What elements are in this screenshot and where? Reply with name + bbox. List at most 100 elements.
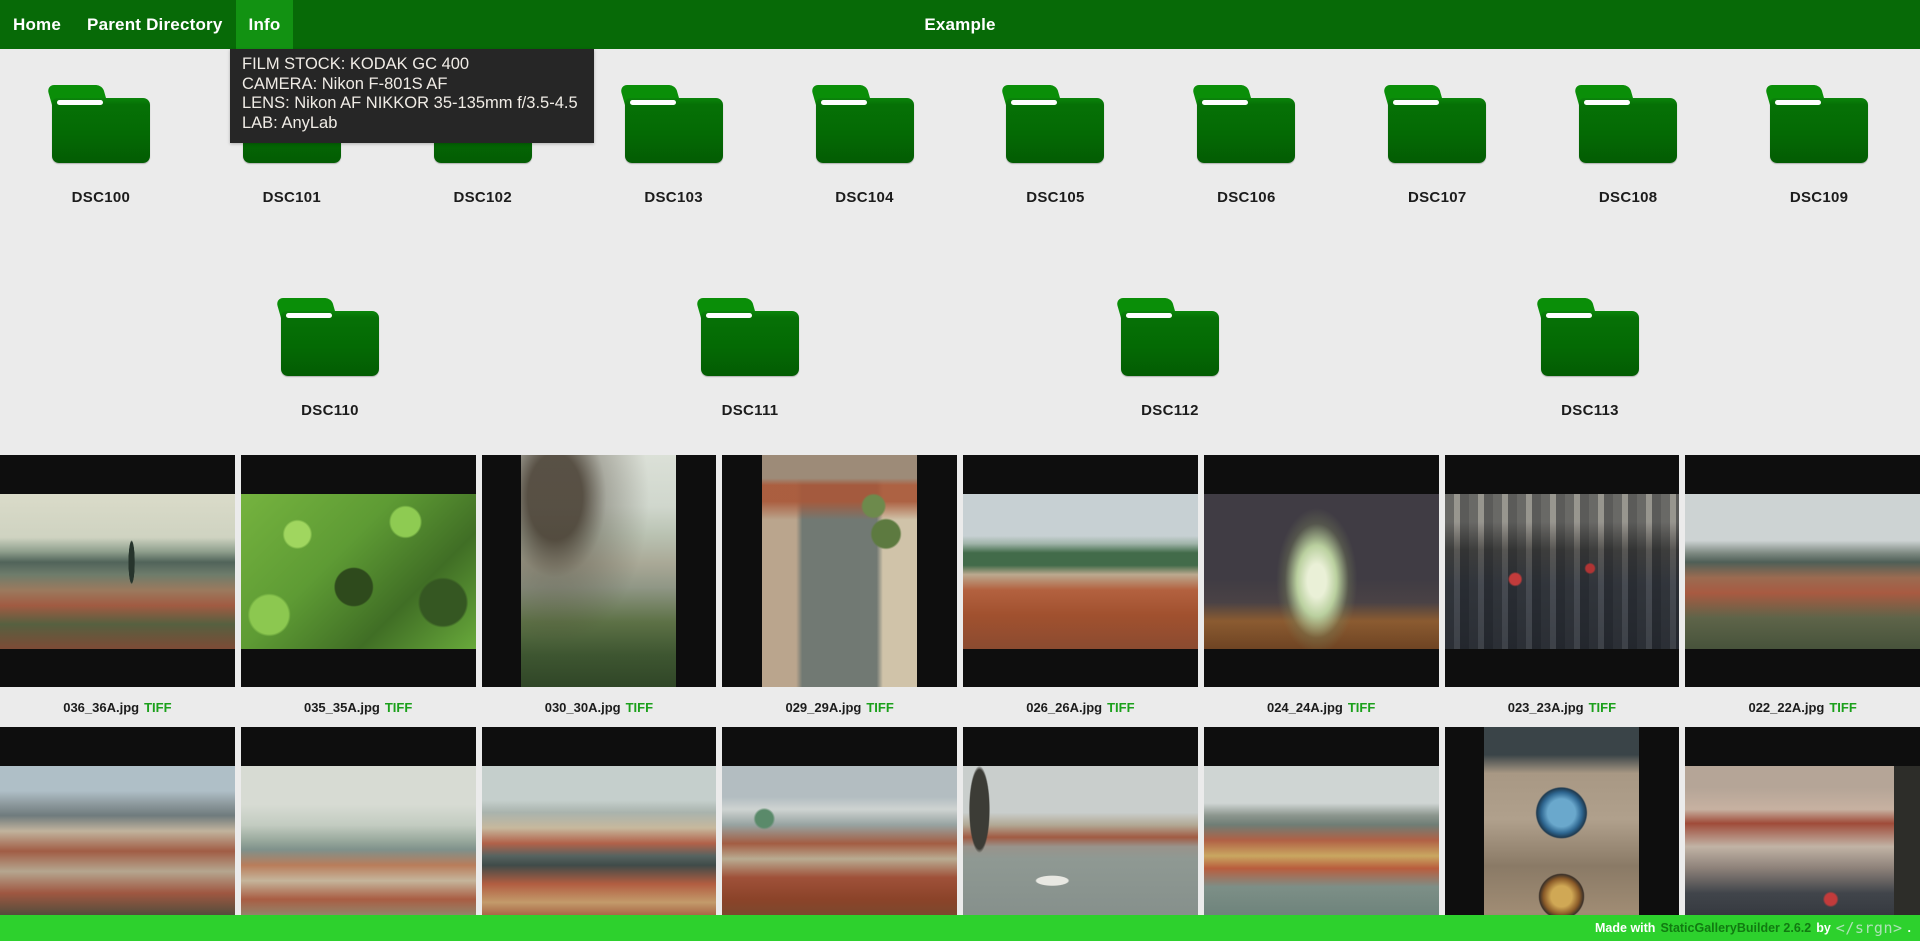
gallery-item[interactable] xyxy=(722,727,957,941)
folder-icon xyxy=(281,298,379,376)
footer-srgn-logo[interactable]: </srgn> xyxy=(1836,919,1903,937)
folder-body xyxy=(281,311,379,376)
gallery-item[interactable]: 023_23A.jpg TIFF xyxy=(1445,455,1680,727)
folder-item[interactable]: DSC110 xyxy=(240,298,420,419)
footer: Made with StaticGalleryBuilder 2.6.2 by … xyxy=(0,915,1920,941)
thumbnail-cell xyxy=(241,727,476,941)
photo-thumbnail xyxy=(722,766,957,921)
folder-icon xyxy=(52,85,150,163)
tooltip-line-camera: CAMERA: Nikon F-801S AF xyxy=(242,75,578,95)
folder-body xyxy=(816,98,914,163)
folder-label: DSC101 xyxy=(263,189,322,206)
folder-item[interactable]: DSC109 xyxy=(1729,85,1909,206)
footer-builder-link[interactable]: StaticGalleryBuilder 2.6.2 xyxy=(1660,921,1811,935)
gallery-item[interactable]: 035_35A.jpg TIFF xyxy=(241,455,476,727)
photo-format-link[interactable]: TIFF xyxy=(1829,700,1856,715)
folder-stripe xyxy=(1775,100,1821,105)
photo-caption: 026_26A.jpg TIFF xyxy=(963,687,1198,727)
folder-item[interactable]: DSC105 xyxy=(965,85,1145,206)
gallery-item[interactable]: 022_22A.jpg TIFF xyxy=(1685,455,1920,727)
gallery-item[interactable] xyxy=(1204,727,1439,941)
folder-stripe xyxy=(286,313,332,318)
folder-icon xyxy=(1579,85,1677,163)
folder-body xyxy=(1197,98,1295,163)
photo-caption: 024_24A.jpg TIFF xyxy=(1204,687,1439,727)
photo-filename: 026_26A.jpg xyxy=(1026,700,1102,715)
gallery-item[interactable] xyxy=(963,727,1198,941)
photo-filename: 022_22A.jpg xyxy=(1748,700,1824,715)
folder-body xyxy=(1121,311,1219,376)
gallery-item[interactable]: 029_29A.jpg TIFF xyxy=(722,455,957,727)
folder-item[interactable]: DSC113 xyxy=(1500,298,1680,419)
folder-body xyxy=(1770,98,1868,163)
gallery-item[interactable] xyxy=(0,727,235,941)
folder-body xyxy=(625,98,723,163)
thumbnail-cell xyxy=(1445,455,1680,687)
photo-thumbnail xyxy=(1685,766,1920,921)
thumbnail-cell xyxy=(963,727,1198,941)
folder-item[interactable]: DSC112 xyxy=(1080,298,1260,419)
photo-thumbnail xyxy=(241,494,476,649)
folder-stripe xyxy=(1126,313,1172,318)
folder-label: DSC100 xyxy=(72,189,131,206)
folder-item[interactable]: DSC111 xyxy=(660,298,840,419)
folder-stripe xyxy=(1393,100,1439,105)
gallery-item[interactable]: 024_24A.jpg TIFF xyxy=(1204,455,1439,727)
nav-item-parent-directory[interactable]: Parent Directory xyxy=(74,0,235,49)
nav-item-home[interactable]: Home xyxy=(0,0,74,49)
photo-format-link[interactable]: TIFF xyxy=(866,700,893,715)
photo-format-link[interactable]: TIFF xyxy=(1348,700,1375,715)
gallery-item[interactable]: 030_30A.jpg TIFF xyxy=(482,455,717,727)
photo-format-link[interactable]: TIFF xyxy=(1589,700,1616,715)
photo-thumbnail xyxy=(762,455,917,687)
folder-stripe xyxy=(57,100,103,105)
footer-made-with: Made with xyxy=(1595,921,1655,935)
folder-label: DSC107 xyxy=(1408,189,1467,206)
photo-format-link[interactable]: TIFF xyxy=(626,700,653,715)
thumbnail-cell xyxy=(1685,455,1920,687)
gallery-item[interactable]: 036_36A.jpg TIFF xyxy=(0,455,235,727)
folder-item[interactable]: DSC107 xyxy=(1347,85,1527,206)
photo-format-link[interactable]: TIFF xyxy=(1107,700,1134,715)
folder-label: DSC102 xyxy=(453,189,512,206)
thumbnail-cell xyxy=(1685,727,1920,941)
folder-icon xyxy=(816,85,914,163)
folder-item[interactable]: DSC106 xyxy=(1156,85,1336,206)
thumbnail-cell xyxy=(482,455,717,687)
photo-thumbnail xyxy=(482,766,717,921)
folder-stripe xyxy=(630,100,676,105)
photo-filename: 036_36A.jpg xyxy=(63,700,139,715)
nav-item-info[interactable]: Info xyxy=(236,0,294,49)
photo-caption: 022_22A.jpg TIFF xyxy=(1685,687,1920,727)
folder-item[interactable]: DSC103 xyxy=(584,85,764,206)
gallery-item[interactable] xyxy=(1445,727,1680,941)
gallery-item[interactable]: 026_26A.jpg TIFF xyxy=(963,455,1198,727)
gallery-item[interactable] xyxy=(241,727,476,941)
folder-item[interactable]: DSC104 xyxy=(775,85,955,206)
folder-stripe xyxy=(821,100,867,105)
tooltip-line-film-stock: FILM STOCK: KODAK GC 400 xyxy=(242,55,578,75)
photo-caption: 030_30A.jpg TIFF xyxy=(482,687,717,727)
gallery-item[interactable] xyxy=(1685,727,1920,941)
folder-item[interactable]: DSC108 xyxy=(1538,85,1718,206)
folder-body xyxy=(701,311,799,376)
photo-thumbnail xyxy=(1204,494,1439,649)
photo-thumbnail xyxy=(963,494,1198,649)
photo-thumbnail xyxy=(1685,494,1920,649)
photo-caption: 035_35A.jpg TIFF xyxy=(241,687,476,727)
photo-thumbnail xyxy=(1445,494,1680,649)
photo-thumbnail xyxy=(0,766,235,921)
folder-icon xyxy=(1770,85,1868,163)
folder-item[interactable]: DSC100 xyxy=(11,85,191,206)
folder-label: DSC103 xyxy=(644,189,703,206)
gallery-item[interactable] xyxy=(482,727,717,941)
folder-stripe xyxy=(706,313,752,318)
photo-thumbnail xyxy=(241,766,476,921)
thumbnail-cell xyxy=(241,455,476,687)
info-tooltip: FILM STOCK: KODAK GC 400 CAMERA: Nikon F… xyxy=(230,49,594,143)
photo-format-link[interactable]: TIFF xyxy=(144,700,171,715)
folder-label: DSC110 xyxy=(301,402,359,419)
photo-format-link[interactable]: TIFF xyxy=(385,700,412,715)
folder-stripe xyxy=(1011,100,1057,105)
photo-caption: 029_29A.jpg TIFF xyxy=(722,687,957,727)
